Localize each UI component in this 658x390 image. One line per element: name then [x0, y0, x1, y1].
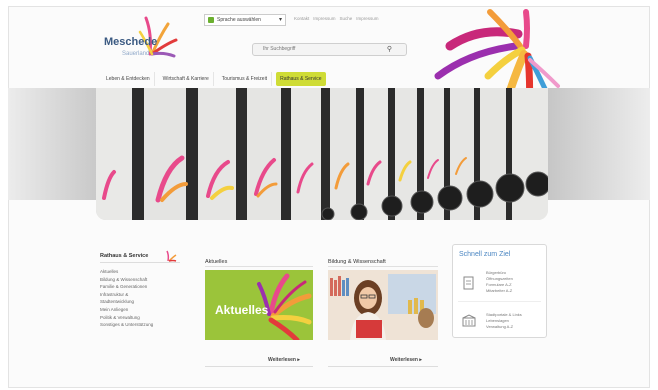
sidebar-item[interactable]: Stadtentwicklung: [100, 298, 180, 306]
translate-icon: [208, 17, 214, 23]
document-icon: [463, 276, 474, 290]
nav-item-wirtschaft[interactable]: Wirtschaft & Karriere: [159, 72, 214, 86]
top-links: Kontakt Impressum Suche Impressum: [294, 16, 379, 21]
aktuelles-tile-label: Aktuelles: [215, 303, 269, 317]
binders-photo-icon: [96, 88, 548, 220]
sidebar-item[interactable]: Bildung & Wissenschaft: [100, 276, 180, 284]
main-nav: Leben & Entdecken Wirtschaft & Karriere …: [102, 72, 326, 86]
sidebar-item[interactable]: Infrastruktur &: [100, 291, 180, 299]
search-input[interactable]: Ihr Suchbegriff ⚲: [252, 43, 407, 56]
column-divider: [328, 266, 438, 267]
sidebar-item[interactable]: Politik & Verwaltung: [100, 314, 180, 322]
nav-item-tourismus[interactable]: Tourismus & Freizeit: [218, 72, 273, 86]
sidebar-list: Aktuelles Bildung & Wissenschaft Familie…: [100, 268, 180, 329]
sidebar-item[interactable]: Mein Anliegen: [100, 306, 180, 314]
aktuelles-tile[interactable]: Aktuelles: [205, 270, 313, 340]
search-icon[interactable]: ⚲: [387, 44, 392, 55]
column-divider: [328, 366, 438, 367]
quick-link[interactable]: Mitarbeiter A-Z: [486, 288, 513, 294]
logo-subtitle: Sauerland: [122, 51, 150, 57]
site-logo[interactable]: Meschede: [104, 36, 157, 48]
top-link[interactable]: Kontakt: [294, 16, 309, 21]
hero-image: [96, 88, 548, 220]
sidebar-item[interactable]: Aktuelles: [100, 268, 180, 276]
sidebar-title: Rathaus & Service: [100, 253, 149, 259]
column-title-aktuelles: Aktuelles: [205, 259, 228, 265]
sidebar-item[interactable]: Sonstiges & Unterstützung: [100, 321, 180, 329]
nav-item-rathaus[interactable]: Rathaus & Service: [276, 72, 326, 86]
top-link[interactable]: Suche: [340, 16, 353, 21]
city-hall-icon: [462, 314, 476, 327]
column-divider: [205, 266, 313, 267]
quick-links-title: Schnell zum Ziel: [459, 251, 511, 258]
sidebar-item[interactable]: Familie & Generationen: [100, 283, 180, 291]
quick-links-group: Stadtportale & Links Lebenslagen Verwalt…: [486, 312, 522, 330]
column-divider: [205, 366, 313, 367]
read-more-link[interactable]: Weiterlesen ▸: [268, 357, 300, 363]
column-title-bildung: Bildung & Wissenschaft: [328, 259, 386, 265]
language-label: Sprache auswählen: [217, 17, 261, 23]
student-photo-icon: [328, 270, 438, 340]
search-placeholder: Ihr Suchbegriff: [263, 46, 296, 52]
read-more-link[interactable]: Weiterlesen ▸: [390, 357, 422, 363]
bildung-photo[interactable]: [328, 270, 438, 340]
sidebar-logo-icon: [166, 250, 177, 262]
quick-link[interactable]: Verwaltung A-Z: [486, 324, 522, 330]
sidebar-divider: [100, 262, 180, 263]
top-link[interactable]: Impressum: [313, 16, 335, 21]
chevron-down-icon: ▾: [278, 17, 282, 23]
top-link[interactable]: Impressum: [356, 16, 378, 21]
nav-item-leben[interactable]: Leben & Entdecken: [102, 72, 155, 86]
quick-links-group: Bürgerbüro Öffnungszeiten Formulare A-Z …: [486, 270, 513, 294]
hero-bleed-left: [8, 88, 96, 200]
hero-bleed-right: [548, 88, 650, 200]
quick-divider: [458, 301, 541, 302]
language-select-button[interactable]: Sprache auswählen ▾: [204, 14, 286, 26]
